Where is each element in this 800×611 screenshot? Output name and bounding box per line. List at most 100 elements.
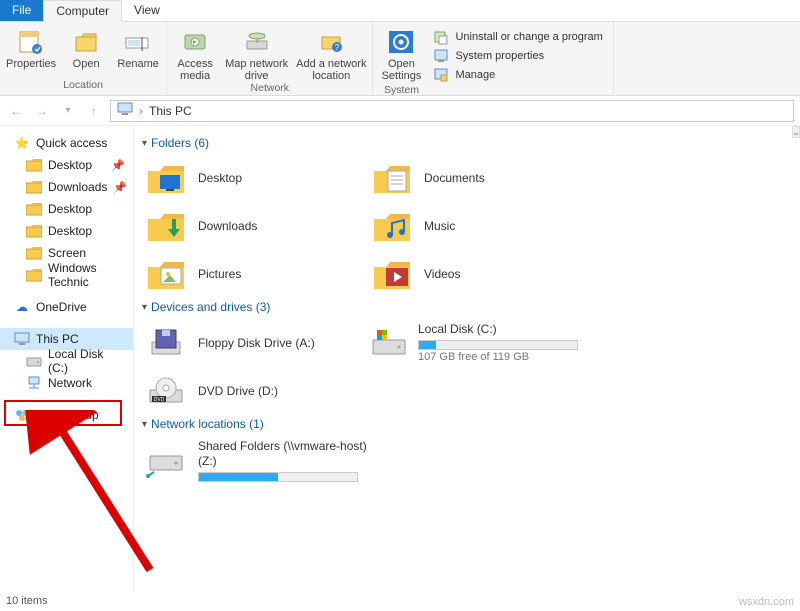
properties-icon bbox=[15, 28, 47, 56]
system-list: Uninstall or change a program System pro… bbox=[429, 24, 606, 93]
sidebar-item-desktop[interactable]: Desktop bbox=[0, 220, 133, 242]
folder-icon bbox=[26, 245, 42, 261]
group-system: Open Settings System Uninstall or change… bbox=[373, 22, 613, 95]
pin-icon: 📌 bbox=[113, 181, 127, 194]
shared-folders[interactable]: Shared Folders (\\vmware-host) (Z:) bbox=[142, 439, 402, 482]
sidebar-item-desktop[interactable]: Desktop📌 bbox=[0, 154, 133, 176]
netloc-header[interactable]: ▾ Network locations (1) bbox=[142, 417, 784, 431]
folder-downloads[interactable]: Downloads bbox=[142, 206, 352, 246]
caret-icon: ▾ bbox=[142, 138, 147, 149]
add-location-label: Add a network location bbox=[296, 58, 366, 82]
sidebar-onedrive[interactable]: ☁ OneDrive bbox=[0, 296, 133, 318]
add-location-icon: ? bbox=[315, 28, 347, 56]
folder-icon bbox=[368, 206, 416, 246]
sidebar-quick-access[interactable]: ⭐ Quick access bbox=[0, 132, 133, 154]
floppy-icon bbox=[142, 323, 190, 363]
map-drive-button[interactable]: Map network drive bbox=[225, 24, 288, 82]
pc-icon bbox=[117, 102, 133, 119]
folder-icon bbox=[26, 267, 42, 283]
manage-button[interactable]: Manage bbox=[429, 66, 606, 84]
caret-icon: ▾ bbox=[142, 419, 147, 430]
open-settings-button[interactable]: Open Settings bbox=[379, 24, 423, 82]
folder-icon bbox=[142, 254, 190, 294]
settings-icon bbox=[385, 28, 417, 56]
folder-icon bbox=[142, 206, 190, 246]
nav-up-icon[interactable]: ↑ bbox=[84, 101, 104, 121]
folder-icon bbox=[26, 223, 42, 239]
sidebar-network[interactable]: Network bbox=[0, 372, 133, 394]
folder-desktop[interactable]: Desktop bbox=[142, 158, 352, 198]
nav-back-icon[interactable]: ← bbox=[6, 101, 26, 121]
group-location: Properties Open Rename Location bbox=[0, 22, 167, 95]
tab-view[interactable]: View bbox=[122, 0, 172, 21]
folder-icon bbox=[26, 157, 42, 173]
rename-button[interactable]: Rename bbox=[116, 24, 160, 79]
folder-icon bbox=[368, 158, 416, 198]
uninstall-button[interactable]: Uninstall or change a program bbox=[429, 28, 606, 46]
address-bar: ← → ▾ ↑ › This PC bbox=[0, 96, 800, 126]
access-media-label: Access media bbox=[177, 58, 212, 82]
folder-music[interactable]: Music bbox=[368, 206, 578, 246]
navigation-pane: ⭐ Quick access Desktop📌Downloads📌Desktop… bbox=[0, 126, 134, 591]
scroll-dropdown-icon[interactable]: ⌄ bbox=[792, 126, 800, 138]
media-icon bbox=[179, 28, 211, 56]
access-media-button[interactable]: Access media bbox=[173, 24, 217, 82]
map-drive-label: Map network drive bbox=[225, 58, 288, 82]
rename-icon bbox=[122, 28, 154, 56]
manage-icon bbox=[433, 67, 449, 83]
folder-icon bbox=[142, 158, 190, 198]
dvd-icon: DVD bbox=[142, 371, 190, 411]
properties-button[interactable]: Properties bbox=[6, 24, 56, 79]
ribbon: Properties Open Rename Location bbox=[0, 22, 800, 96]
caret-icon: ▾ bbox=[142, 302, 147, 313]
folder-icon bbox=[26, 179, 42, 195]
capacity-bar bbox=[198, 472, 358, 482]
cloud-icon: ☁ bbox=[14, 299, 30, 315]
map-drive-icon bbox=[241, 28, 273, 56]
sidebar-item-desktop[interactable]: Desktop bbox=[0, 198, 133, 220]
address-input[interactable]: › This PC bbox=[110, 100, 794, 122]
annotation-box bbox=[4, 400, 122, 426]
watermark: wsxdn.com bbox=[739, 596, 794, 608]
sidebar-item-windows-technic[interactable]: Windows Technic bbox=[0, 264, 133, 286]
folder-videos[interactable]: Videos bbox=[368, 254, 578, 294]
pin-icon: 📌 bbox=[111, 159, 125, 172]
svg-text:DVD: DVD bbox=[154, 397, 165, 403]
add-location-button[interactable]: ? Add a network location bbox=[296, 24, 366, 82]
title-tabs: File Computer View bbox=[0, 0, 800, 22]
content-pane: ▾ Folders (6) Desktop Documents Downloads M… bbox=[134, 126, 792, 591]
star-icon: ⭐ bbox=[14, 135, 30, 151]
nav-dropdown-icon[interactable]: ▾ bbox=[58, 101, 78, 121]
folders-header[interactable]: ▾ Folders (6) bbox=[142, 136, 784, 150]
folder-documents[interactable]: Documents bbox=[368, 158, 578, 198]
address-text: This PC bbox=[149, 104, 192, 118]
drives-header[interactable]: ▾ Devices and drives (3) bbox=[142, 300, 784, 314]
group-system-label: System bbox=[384, 84, 419, 98]
sidebar-local-disk[interactable]: Local Disk (C:) bbox=[0, 350, 133, 372]
uninstall-icon bbox=[433, 29, 449, 45]
folder-icon bbox=[26, 201, 42, 217]
svg-text:?: ? bbox=[335, 43, 340, 52]
network-icon bbox=[26, 375, 42, 391]
folder-icon bbox=[368, 254, 416, 294]
sidebar-item-downloads[interactable]: Downloads📌 bbox=[0, 176, 133, 198]
sysprops-icon bbox=[433, 48, 449, 64]
open-settings-label: Open Settings bbox=[382, 58, 422, 82]
nav-fwd-icon[interactable]: → bbox=[32, 101, 52, 121]
drive-icon bbox=[26, 353, 42, 369]
status-bar: 10 items bbox=[0, 591, 800, 611]
tab-computer[interactable]: Computer bbox=[43, 0, 122, 22]
capacity-bar bbox=[418, 340, 578, 350]
dvd-drive[interactable]: DVD DVD Drive (D:) bbox=[142, 371, 352, 411]
rename-label: Rename bbox=[117, 58, 159, 70]
drive-icon bbox=[368, 323, 410, 363]
open-button[interactable]: Open bbox=[64, 24, 108, 79]
sysprops-button[interactable]: System properties bbox=[429, 47, 606, 65]
floppy-drive[interactable]: Floppy Disk Drive (A:) bbox=[142, 322, 352, 363]
properties-label: Properties bbox=[6, 58, 56, 70]
group-network-label: Network bbox=[251, 82, 290, 96]
local-disk[interactable]: Local Disk (C:) 107 GB free of 119 GB bbox=[368, 322, 578, 363]
tab-file[interactable]: File bbox=[0, 0, 43, 21]
open-label: Open bbox=[73, 58, 100, 70]
folder-pictures[interactable]: Pictures bbox=[142, 254, 352, 294]
